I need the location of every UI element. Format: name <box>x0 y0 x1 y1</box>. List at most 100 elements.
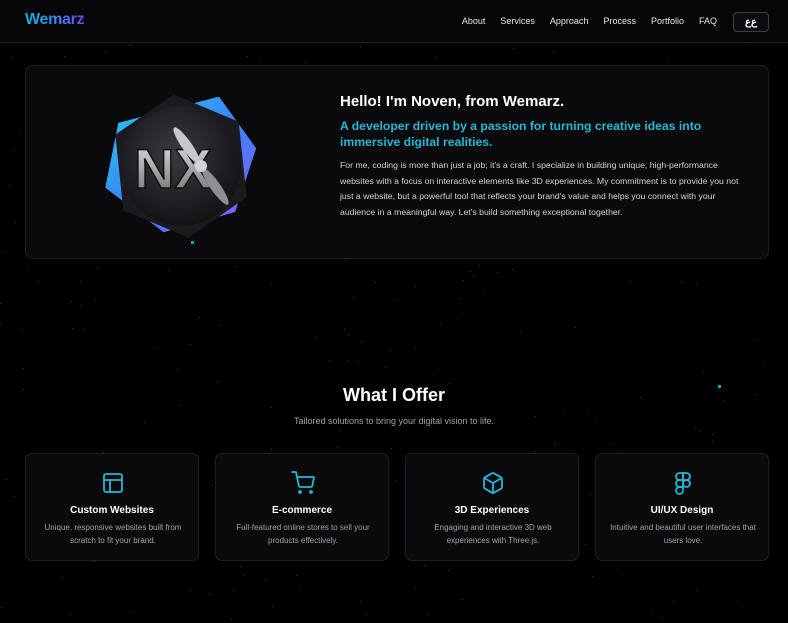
nav-link-process[interactable]: Process <box>603 16 636 26</box>
star <box>473 275 474 276</box>
star <box>97 268 98 269</box>
star <box>272 606 273 607</box>
star <box>23 368 24 369</box>
star <box>329 360 330 361</box>
star <box>587 412 588 413</box>
star <box>358 362 359 363</box>
star <box>385 367 386 368</box>
star <box>80 281 81 282</box>
star <box>178 369 179 370</box>
star <box>81 305 82 306</box>
star <box>696 283 697 284</box>
star <box>764 363 765 364</box>
service-card-description: Intuitive and beautiful user interfaces … <box>610 523 756 545</box>
star <box>219 325 220 326</box>
star <box>621 451 622 452</box>
star <box>738 602 739 603</box>
star <box>62 577 63 578</box>
service-card-custom-websites[interactable]: Custom Websites Unique, responsive websi… <box>25 453 199 561</box>
star <box>754 340 755 341</box>
star <box>2 607 3 608</box>
star <box>199 317 200 318</box>
star <box>700 431 701 432</box>
star <box>361 341 362 342</box>
star <box>64 56 65 57</box>
star <box>498 272 499 273</box>
star <box>22 330 23 331</box>
service-card-3d-experiences[interactable]: 3D Experiences Engaging and interactive … <box>405 453 579 561</box>
star <box>554 443 555 444</box>
star <box>435 57 436 58</box>
star <box>440 324 441 325</box>
star <box>470 271 471 272</box>
star <box>244 575 245 576</box>
nav-link-portfolio[interactable]: Portfolio <box>651 16 684 26</box>
star <box>247 56 248 57</box>
star <box>428 614 429 615</box>
nav-link-faq[interactable]: FAQ <box>699 16 717 26</box>
star <box>712 441 713 442</box>
star <box>15 222 16 223</box>
star <box>694 427 695 428</box>
star <box>84 329 85 330</box>
star <box>450 383 451 384</box>
star <box>448 570 449 571</box>
star <box>553 52 554 53</box>
offer-section-subtitle: Tailored solutions to bring your digital… <box>293 416 495 426</box>
star <box>271 407 272 408</box>
offer-section-title: What I Offer <box>343 385 445 405</box>
star <box>10 185 11 186</box>
star <box>94 299 95 300</box>
star <box>105 51 106 52</box>
intro-description: For me, coding is more than just a job; … <box>340 160 739 217</box>
star <box>702 371 703 372</box>
top-nav: Wemarz About Services Approach Process P… <box>0 0 788 43</box>
star <box>414 347 415 348</box>
star <box>375 282 376 283</box>
star <box>360 601 361 602</box>
star <box>348 360 349 361</box>
star <box>712 434 713 435</box>
star <box>131 45 132 46</box>
star <box>190 344 191 345</box>
star <box>697 590 698 591</box>
star <box>5 251 6 252</box>
layout-icon <box>103 473 123 493</box>
star <box>483 292 484 293</box>
star <box>0 324 1 325</box>
brand-logo[interactable]: Wemarz <box>25 11 85 29</box>
star <box>575 327 576 328</box>
nav-link-approach[interactable]: Approach <box>550 16 589 26</box>
nav-link-services[interactable]: Services <box>500 16 535 26</box>
language-toggle-button[interactable]: ﻉﻉ <box>733 12 769 32</box>
star <box>240 566 241 567</box>
star <box>72 328 73 329</box>
star <box>661 617 662 618</box>
service-card-ui-ux-design[interactable]: UI/UX Design Intuitive and beautiful use… <box>595 453 769 561</box>
star <box>651 611 652 612</box>
star <box>668 60 669 61</box>
star <box>265 579 266 580</box>
intro-title: Hello! I'm Noven, from Wemarz. <box>340 93 565 110</box>
star <box>563 412 564 413</box>
star <box>535 451 536 452</box>
nav-links: About Services Approach Process Portfoli… <box>462 16 717 26</box>
star <box>71 301 72 302</box>
star <box>555 445 556 446</box>
star <box>129 44 130 45</box>
star <box>391 448 392 449</box>
star <box>674 601 675 602</box>
star <box>94 561 95 562</box>
star <box>133 611 134 612</box>
star <box>462 599 463 600</box>
service-card-description: Unique, responsive websites built from s… <box>44 523 182 545</box>
service-card-title: UI/UX Design <box>650 505 714 516</box>
service-card-ecommerce[interactable]: E-commerce Full-featured online stores t… <box>215 453 389 561</box>
nav-link-about[interactable]: About <box>462 16 486 26</box>
star <box>6 479 7 480</box>
star <box>270 284 271 285</box>
star <box>746 45 747 46</box>
star <box>300 588 301 589</box>
star <box>0 303 1 304</box>
nx-logo-artwork: NX <box>101 86 261 246</box>
